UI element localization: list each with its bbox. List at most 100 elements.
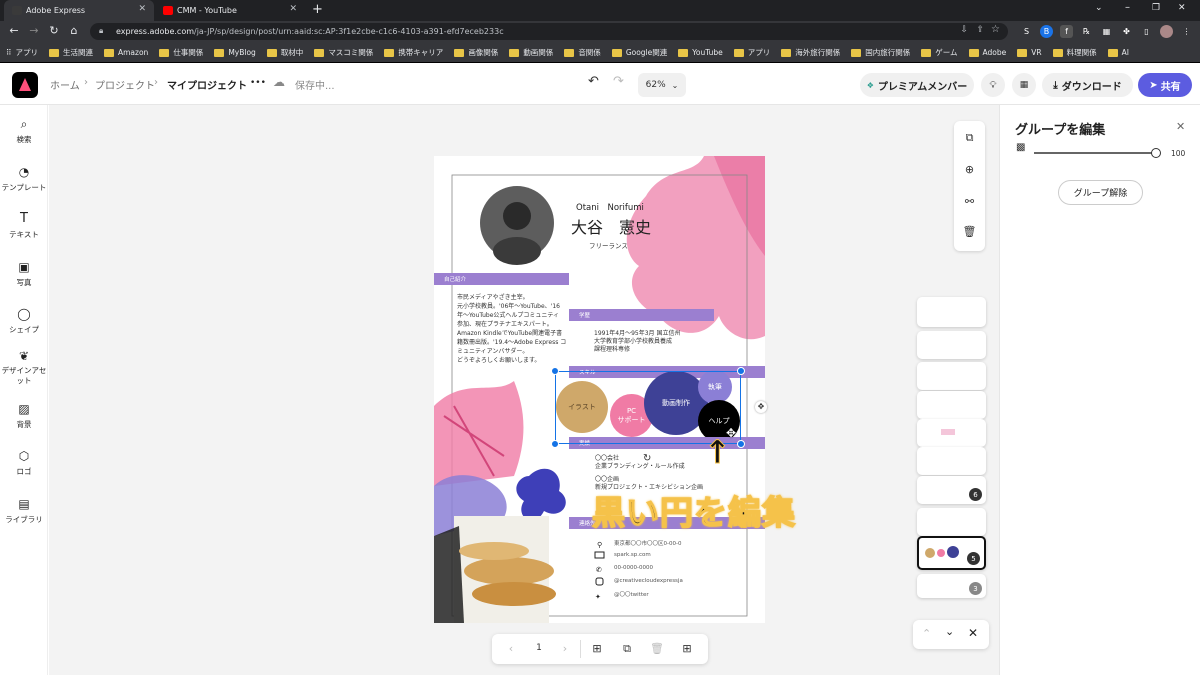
url-field[interactable]: 🔒︎ express.adobe.com/ja-JP/sp/design/pos… (90, 23, 1008, 40)
delete-page-icon[interactable]: 🗑︎ (650, 642, 664, 655)
contact-email[interactable]: spark.sp.com (614, 551, 651, 560)
redo-icon[interactable]: ↷ (613, 74, 624, 89)
bookmark-item[interactable]: Adobe (968, 48, 1006, 57)
breadcrumb-my-project[interactable]: マイプロジェクト (167, 77, 247, 92)
extension-s-icon[interactable]: S (1020, 25, 1033, 38)
bookmark-item[interactable]: 動画関係 (509, 47, 553, 58)
contact-twitter[interactable]: @〇〇twitter (614, 591, 649, 600)
bookmark-item[interactable]: 取材中 (266, 47, 303, 58)
home-icon[interactable]: ⌂ (66, 24, 82, 37)
opacity-slider-thumb[interactable] (1151, 148, 1161, 158)
prev-page-icon[interactable]: ‹ (504, 642, 518, 655)
arrange-icon[interactable]: ⧉ (962, 131, 977, 145)
rotate-handle-icon[interactable]: ↻ (643, 453, 651, 464)
bookmark-item[interactable]: AI (1107, 48, 1129, 57)
contact-phone[interactable]: 00-0000-0000 (614, 564, 653, 573)
install-app-icon[interactable]: ⇩ (960, 25, 968, 35)
layer-thumbnail[interactable] (917, 447, 986, 475)
opacity-slider-track[interactable] (1034, 152, 1156, 154)
minimize-window-icon[interactable]: – (1125, 2, 1130, 13)
bookmark-item[interactable]: 国内旅行関係 (851, 47, 910, 58)
profile-avatar[interactable] (1160, 25, 1173, 38)
calendar-button[interactable]: ▦ (1012, 73, 1036, 97)
share-button[interactable]: ➤ 共有 (1138, 73, 1192, 97)
name-japanese[interactable]: 大谷 憲史 (571, 214, 651, 238)
close-window-icon[interactable]: ✕ (1178, 3, 1186, 13)
close-tab-icon[interactable]: ✕ (289, 4, 297, 14)
bookmark-item[interactable]: マスコミ関係 (314, 47, 373, 58)
layer-thumbnail[interactable] (917, 297, 986, 327)
selection-handle-br[interactable] (737, 440, 745, 448)
layer-thumbnail[interactable]: 6 (917, 476, 986, 504)
duplicate-icon[interactable]: ⊕ (962, 163, 977, 176)
extension-rx-icon[interactable]: ℞ (1080, 25, 1093, 38)
selection-handle-tl[interactable] (551, 367, 559, 375)
rail-search[interactable]: ⌕ 検索 (0, 117, 48, 145)
bookmark-item[interactable]: Amazon (104, 48, 148, 57)
name-roman[interactable]: Otani Norifumi (576, 201, 644, 213)
bookmark-item[interactable]: ゲーム (921, 47, 958, 58)
bookmark-item[interactable]: YouTube (678, 48, 723, 57)
lightbulb-button[interactable]: 💡︎ (981, 73, 1005, 97)
section-header-intro[interactable]: 自己紹介 (434, 273, 569, 285)
rail-design-assets[interactable]: ❦ デザインアセット (0, 349, 48, 386)
tab-adobe-express[interactable]: Adobe Express ✕ (4, 0, 154, 21)
bookmark-star-icon[interactable]: ☆ (991, 24, 1000, 35)
layer-thumbnail[interactable] (917, 362, 986, 390)
share-page-icon[interactable]: ⇪ (976, 25, 984, 35)
forward-arrow-icon[interactable]: → (26, 24, 42, 37)
bookmark-item[interactable]: 海外旅行関係 (781, 47, 840, 58)
ungroup-button[interactable]: グループ解除 (1058, 180, 1143, 205)
layer-thumbnail-selected[interactable]: 5 (917, 536, 986, 570)
section-header-education[interactable]: 学歴 (569, 309, 714, 321)
bookmark-item[interactable]: アプリ (733, 47, 770, 58)
bookmark-item[interactable]: 携帯キャリア (384, 47, 443, 58)
new-tab-button[interactable]: + (312, 2, 323, 17)
restore-window-icon[interactable]: ❐ (1152, 3, 1160, 13)
rail-photos[interactable]: ▣ 写真 (0, 260, 48, 288)
rail-templates[interactable]: ◔ テンプレート (0, 165, 48, 193)
adobe-express-logo[interactable] (12, 72, 38, 98)
side-panel-icon[interactable]: ▯ (1140, 25, 1153, 38)
extension-grid-icon[interactable]: ▦ (1100, 25, 1113, 38)
trash-icon[interactable]: 🗑︎ (962, 225, 977, 238)
layer-thumbnail[interactable] (917, 391, 986, 419)
add-page-icon[interactable]: ⊞ (590, 642, 604, 655)
next-page-icon[interactable]: › (558, 642, 572, 655)
contact-instagram[interactable]: @creativecloudexpressja (614, 577, 683, 586)
breadcrumb-projects[interactable]: プロジェクト (95, 77, 155, 92)
close-layers-icon[interactable]: ✕ (968, 626, 978, 640)
bookmark-item[interactable]: ⠿ アプリ (6, 47, 38, 58)
premium-member-button[interactable]: ❖ プレミアムメンバー (860, 73, 974, 97)
move-handle-icon[interactable]: ✥ (755, 401, 767, 413)
reload-icon[interactable]: ↻ (46, 24, 62, 37)
bookmark-item[interactable]: Google関連 (611, 47, 667, 58)
rail-shapes[interactable]: ◯ シェイプ (0, 307, 48, 335)
layer-thumbnail[interactable] (917, 331, 986, 359)
education-text[interactable]: 1991年4月～95年3月 国立信州 大学教育学部小学校教員養成 課程理科専修 (594, 330, 724, 354)
chevron-down-icon[interactable]: ⌄ (945, 625, 954, 638)
bookmark-item[interactable]: 音関係 (564, 47, 601, 58)
layer-thumbnail[interactable] (917, 508, 986, 536)
bookmark-item[interactable]: MyBlog (214, 48, 256, 57)
contact-address[interactable]: 東京都〇〇市〇〇区0-00-0 (614, 540, 681, 549)
opacity-value[interactable]: 100 (1171, 149, 1185, 158)
rail-logo[interactable]: ⬡ ロゴ (0, 449, 48, 477)
bookmark-item[interactable]: 画像関係 (454, 47, 498, 58)
bookmark-item[interactable]: 料理関係 (1052, 47, 1097, 58)
ungroup-icon[interactable]: ⚯ (962, 195, 977, 208)
extension-facebook-icon[interactable]: f (1060, 25, 1073, 38)
browser-menu-icon[interactable]: ⋮ (1180, 25, 1193, 38)
rail-library[interactable]: ▤ ライブラリ (0, 497, 48, 525)
rail-text[interactable]: T テキスト (0, 212, 48, 240)
layer-thumbnail[interactable]: 3 (917, 574, 986, 598)
back-arrow-icon[interactable]: ← (6, 24, 22, 37)
rail-background[interactable]: ▨ 背景 (0, 402, 48, 430)
selection-handle-tr[interactable] (737, 367, 745, 375)
intro-text[interactable]: 市民メディアやざき主宰。 元小学校教員。'06年～YouTube、'16 年～Y… (457, 293, 597, 365)
extensions-puzzle-icon[interactable]: ✤ (1120, 25, 1133, 38)
bookmark-item[interactable]: 仕事関係 (159, 47, 203, 58)
undo-icon[interactable]: ↶ (588, 74, 599, 89)
close-panel-icon[interactable]: ✕ (1176, 120, 1185, 133)
role-label[interactable]: フリーランス (589, 240, 628, 250)
